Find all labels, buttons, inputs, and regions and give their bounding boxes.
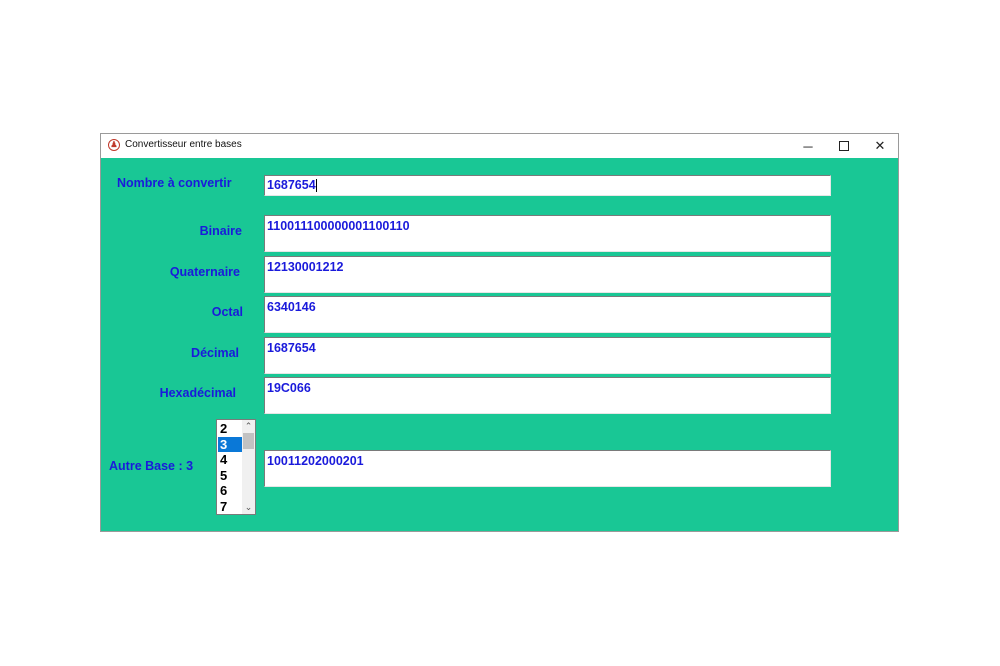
close-button[interactable]: ✕ — [862, 134, 898, 158]
input-label: Nombre à convertir — [117, 176, 232, 190]
scroll-up-icon[interactable]: ⌃ — [242, 420, 255, 433]
hexadecimal-output[interactable]: 19C066 — [264, 377, 831, 414]
close-icon: ✕ — [874, 138, 886, 153]
number-input-value: 1687654 — [267, 178, 316, 192]
window-title: Convertisseur entre bases — [125, 139, 242, 150]
binary-output[interactable]: 110011100000001100110 — [264, 215, 831, 252]
form-area: Nombre à convertir 1687654 Binaire 11001… — [101, 158, 898, 531]
scroll-thumb[interactable] — [243, 433, 254, 449]
decimal-output[interactable]: 1687654 — [264, 337, 831, 374]
text-cursor — [315, 179, 317, 193]
number-input[interactable]: 1687654 — [264, 175, 831, 196]
binary-label: Binaire — [199, 224, 242, 238]
decimal-label: Décimal — [191, 346, 239, 360]
other-base-label: Autre Base : 3 — [109, 459, 194, 473]
scroll-down-icon[interactable]: ⌄ — [242, 501, 255, 514]
maximize-icon — [839, 141, 849, 151]
base-listbox[interactable]: 2 3 4 5 6 7 ⌃ ⌄ — [216, 419, 256, 515]
octal-label: Octal — [211, 305, 243, 319]
base-option[interactable]: 4 — [218, 452, 242, 468]
base-option[interactable]: 2 — [218, 421, 242, 437]
list-scrollbar[interactable]: ⌃ ⌄ — [242, 420, 255, 514]
minimize-button[interactable]: ─ — [790, 134, 826, 158]
base-list: 2 3 4 5 6 7 — [218, 421, 242, 514]
converter-window: ♟ Convertisseur entre bases ─ ✕ Nombre à… — [100, 133, 899, 532]
base-option[interactable]: 5 — [218, 468, 242, 484]
quaternary-output[interactable]: 12130001212 — [264, 256, 831, 293]
base-option-selected[interactable]: 3 — [218, 436, 242, 452]
quaternary-label: Quaternaire — [169, 265, 240, 279]
octal-output[interactable]: 6340146 — [264, 296, 831, 333]
maximize-button[interactable] — [826, 134, 862, 158]
app-icon: ♟ — [108, 139, 120, 151]
minimize-icon: ─ — [803, 138, 813, 154]
hexadecimal-label: Hexadécimal — [159, 386, 236, 400]
other-base-output[interactable]: 10011202000201 — [264, 450, 831, 487]
title-bar[interactable]: ♟ Convertisseur entre bases ─ ✕ — [101, 134, 898, 158]
base-option[interactable]: 7 — [218, 499, 242, 515]
base-option[interactable]: 6 — [218, 483, 242, 499]
